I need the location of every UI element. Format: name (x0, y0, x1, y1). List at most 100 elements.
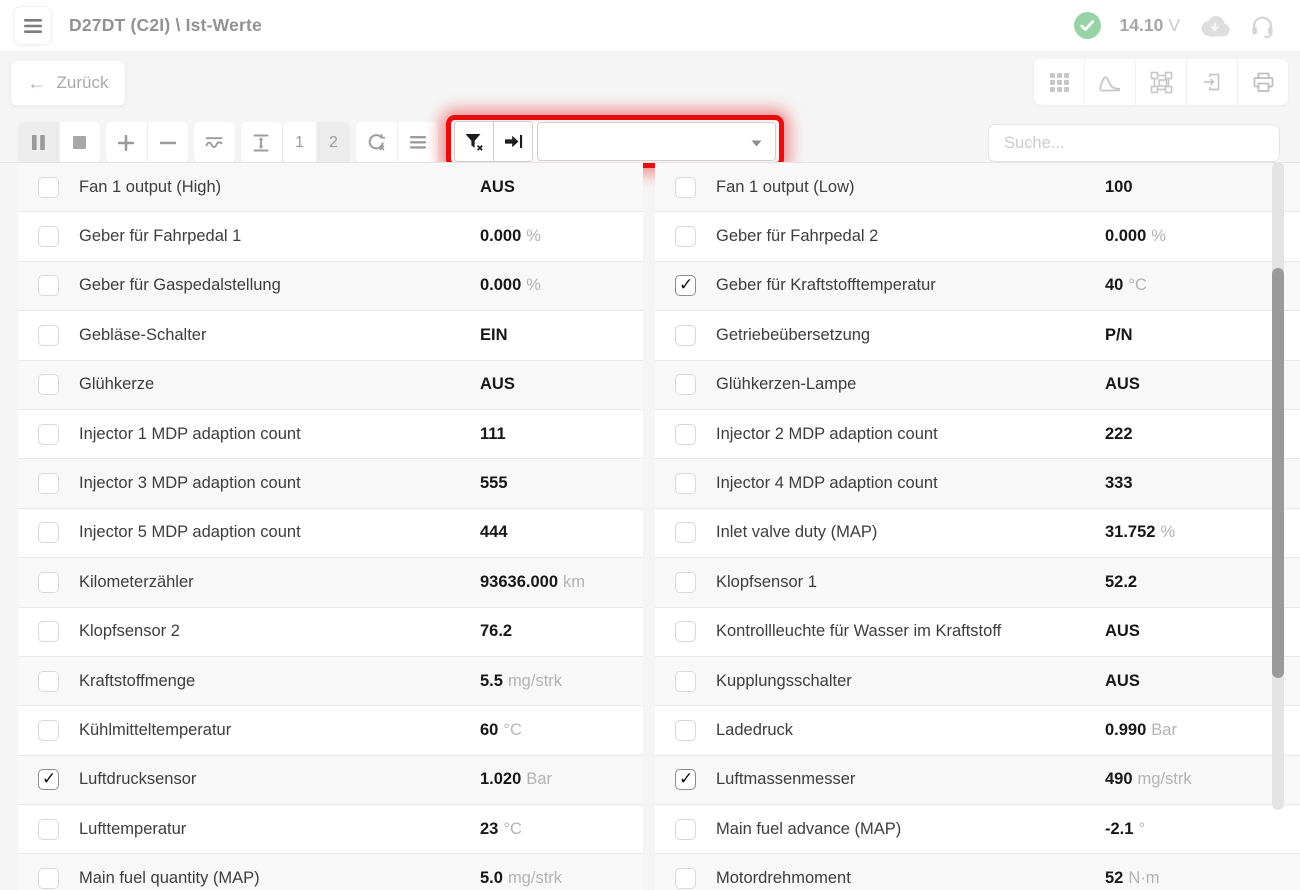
table-row[interactable]: Klopfsensor 2 76.2 (18, 608, 643, 657)
grid-view-button[interactable] (1034, 59, 1084, 105)
row-checkbox[interactable] (38, 522, 59, 543)
clear-filter-button[interactable] (455, 122, 493, 161)
filter-dropdown[interactable] (537, 122, 776, 161)
row-checkbox[interactable] (675, 769, 696, 790)
row-value-number: 111 (480, 425, 506, 443)
row-value: 490mg/strk (1105, 770, 1192, 789)
table-row[interactable]: Fan 1 output (Low) 100 (655, 163, 1300, 212)
row-checkbox[interactable] (675, 177, 696, 198)
table-row[interactable]: Injector 1 MDP adaption count 111 (18, 410, 643, 459)
add-button[interactable] (106, 122, 147, 163)
row-checkbox[interactable] (38, 275, 59, 296)
row-checkbox[interactable] (675, 522, 696, 543)
vertical-scrollbar-thumb[interactable] (1272, 268, 1284, 678)
row-checkbox[interactable] (38, 819, 59, 840)
search-input[interactable] (988, 124, 1280, 162)
curve-chart-icon (1098, 72, 1122, 92)
row-value-number: 40 (1105, 276, 1123, 294)
row-checkbox[interactable] (38, 671, 59, 692)
list-options-button[interactable] (397, 122, 439, 163)
headset-icon[interactable] (1249, 12, 1276, 39)
table-row[interactable]: Kühlmitteltemperatur 60°C (18, 706, 643, 755)
table-row[interactable]: Injector 5 MDP adaption count 444 (18, 509, 643, 558)
jump-to-selection-button[interactable] (493, 122, 532, 161)
row-checkbox[interactable] (38, 720, 59, 741)
row-checkbox[interactable] (675, 275, 696, 296)
export-button[interactable] (1186, 59, 1237, 105)
table-row[interactable]: Kupplungsschalter AUS (655, 657, 1300, 706)
row-checkbox[interactable] (675, 621, 696, 642)
table-row[interactable]: Kilometerzähler 93636.000km (18, 558, 643, 607)
table-row[interactable]: Motordrehmoment 52N·m (655, 854, 1300, 890)
table-row[interactable]: Injector 2 MDP adaption count 222 (655, 410, 1300, 459)
row-label: Glühkerze (79, 375, 154, 394)
chevron-down-icon (751, 140, 762, 147)
table-row[interactable]: Geber für Kraftstofftemperatur 40°C (655, 262, 1300, 311)
page-1-button[interactable]: 1 (283, 122, 316, 163)
row-checkbox[interactable] (675, 868, 696, 889)
print-button[interactable] (1237, 59, 1288, 105)
hamburger-menu-button[interactable] (13, 6, 52, 45)
table-row[interactable]: Luftdrucksensor 1.020Bar (18, 756, 643, 805)
table-row[interactable]: Glühkerzen-Lampe AUS (655, 361, 1300, 410)
row-checkbox[interactable] (38, 473, 59, 494)
table-row[interactable]: Kraftstoffmenge 5.5mg/strk (18, 657, 643, 706)
table-row[interactable]: Injector 4 MDP adaption count 333 (655, 459, 1300, 508)
table-row[interactable]: Injector 3 MDP adaption count 555 (18, 459, 643, 508)
row-checkbox[interactable] (675, 325, 696, 346)
value-range-button[interactable] (241, 122, 282, 163)
row-checkbox[interactable] (675, 226, 696, 247)
row-checkbox[interactable] (38, 868, 59, 889)
back-button[interactable]: ← Zurück (10, 60, 126, 106)
reset-values-button[interactable] (356, 122, 397, 163)
row-checkbox[interactable] (38, 769, 59, 790)
row-value: AUS (1105, 672, 1140, 691)
filter-buttons-group (454, 121, 533, 162)
table-row[interactable]: Ladedruck 0.990Bar (655, 706, 1300, 755)
vertical-scrollbar-track[interactable] (1272, 162, 1284, 810)
transform-view-button[interactable] (1135, 59, 1186, 105)
row-checkbox[interactable] (38, 572, 59, 593)
table-row[interactable]: Geber für Fahrpedal 2 0.000% (655, 212, 1300, 261)
table-row[interactable]: Inlet valve duty (MAP) 31.752% (655, 509, 1300, 558)
pause-button[interactable] (18, 122, 59, 163)
table-row[interactable]: Luftmassenmesser 490mg/strk (655, 756, 1300, 805)
table-row[interactable]: Lufttemperatur 23°C (18, 805, 643, 854)
row-checkbox[interactable] (38, 177, 59, 198)
table-row[interactable]: Getriebeübersetzung P/N (655, 311, 1300, 360)
row-checkbox[interactable] (675, 720, 696, 741)
table-row[interactable]: Main fuel quantity (MAP) 5.0mg/strk (18, 854, 643, 890)
page-2-button[interactable]: 2 (316, 122, 350, 163)
table-row[interactable]: Kontrollleuchte für Wasser im Kraftstoff… (655, 608, 1300, 657)
chart-view-button[interactable] (1084, 59, 1135, 105)
row-checkbox[interactable] (675, 819, 696, 840)
row-value-unit: °C (503, 721, 522, 739)
table-row[interactable]: Main fuel advance (MAP) -2.1° (655, 805, 1300, 854)
table-row[interactable]: Fan 1 output (High) AUS (18, 163, 643, 212)
smoothing-button[interactable] (194, 122, 235, 163)
voltage-unit: V (1168, 15, 1180, 35)
page-switch-group: 1 2 (283, 122, 350, 163)
hamburger-icon (24, 19, 42, 33)
table-row[interactable]: Klopfsensor 1 52.2 (655, 558, 1300, 607)
row-checkbox[interactable] (38, 424, 59, 445)
table-row[interactable]: Gebläse-Schalter EIN (18, 311, 643, 360)
row-checkbox[interactable] (38, 226, 59, 247)
row-checkbox[interactable] (675, 473, 696, 494)
table-row[interactable]: Glühkerze AUS (18, 361, 643, 410)
row-checkbox[interactable] (38, 621, 59, 642)
cloud-download-icon[interactable] (1199, 15, 1230, 37)
row-value-number: AUS (1105, 672, 1140, 690)
row-checkbox[interactable] (675, 671, 696, 692)
row-checkbox[interactable] (675, 424, 696, 445)
row-checkbox[interactable] (38, 325, 59, 346)
row-checkbox[interactable] (675, 572, 696, 593)
table-row[interactable]: Geber für Fahrpedal 1 0.000% (18, 212, 643, 261)
remove-button[interactable] (147, 122, 189, 163)
row-checkbox[interactable] (38, 374, 59, 395)
row-checkbox[interactable] (675, 374, 696, 395)
table-row[interactable]: Geber für Gaspedalstellung 0.000% (18, 262, 643, 311)
row-value-unit: N·m (1128, 869, 1159, 887)
stop-button[interactable] (59, 122, 101, 163)
row-value-unit: % (1160, 523, 1175, 541)
